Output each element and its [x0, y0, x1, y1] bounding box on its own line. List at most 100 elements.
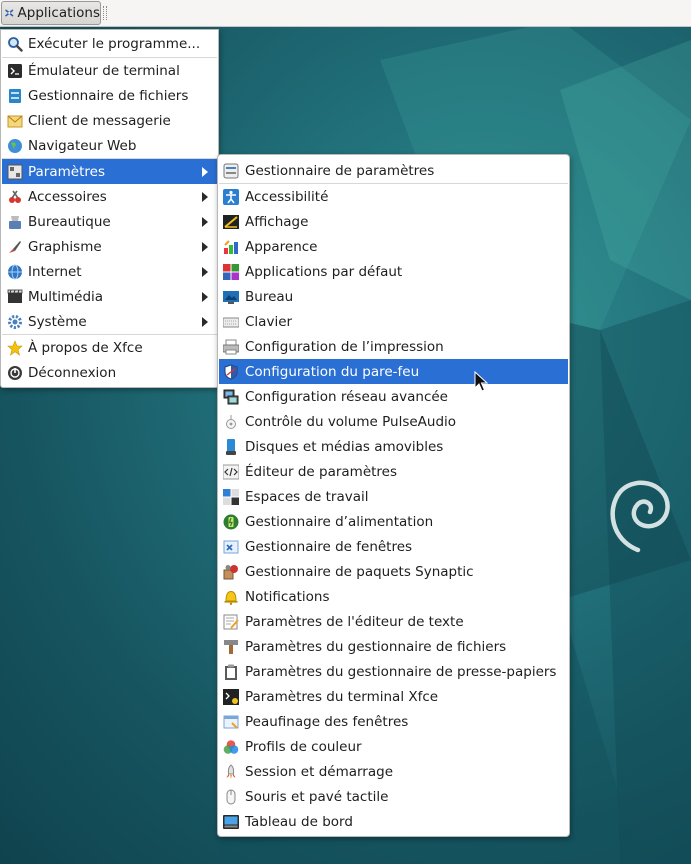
submenu-item-removable-media[interactable]: Disques et médias amovibles — [219, 434, 568, 459]
mail-icon — [7, 113, 23, 129]
panel-icon — [223, 814, 239, 830]
submenu-item-settings-manager[interactable]: Gestionnaire de paramètres — [219, 158, 568, 183]
menu-item-accessories[interactable]: Accessoires — [2, 184, 217, 209]
submenu-item-appearance[interactable]: Apparence — [219, 234, 568, 259]
graphics-icon — [7, 239, 23, 255]
submenu-item-label: Clavier — [245, 313, 293, 330]
settings-icon — [7, 164, 23, 180]
mouse-cursor-icon — [474, 371, 488, 392]
submenu-arrow-icon — [202, 292, 208, 302]
submenu-item-window-tweaks[interactable]: Peaufinage des fenêtres — [219, 709, 568, 734]
menu-item-run-program[interactable]: Exécuter le programme... — [2, 31, 217, 56]
menu-item-internet[interactable]: Internet — [2, 259, 217, 284]
submenu-item-pulseaudio[interactable]: Contrôle du volume PulseAudio — [219, 409, 568, 434]
submenu-item-panel[interactable]: Tableau de bord — [219, 809, 568, 834]
submenu-item-session-startup[interactable]: Session et démarrage — [219, 759, 568, 784]
menu-item-label: Exécuter le programme... — [28, 35, 201, 52]
workspaces-icon — [223, 488, 239, 505]
submenu-item-label: Profils de couleur — [245, 738, 362, 755]
submenu-item-printing[interactable]: Configuration de l’impression — [219, 334, 568, 359]
submenu-item-label: Gestionnaire de paquets Synaptic — [245, 563, 474, 580]
multimedia-icon — [7, 289, 23, 305]
menu-item-mail-client[interactable]: Client de messagerie — [2, 108, 217, 133]
menu-item-label: Multimédia — [28, 288, 104, 305]
submenu-item-file-manager-settings[interactable]: Paramètres du gestionnaire de fichiers — [219, 634, 568, 659]
submenu-item-label: Configuration de l’impression — [245, 338, 444, 355]
volume-control-icon — [223, 414, 239, 430]
file-manager-settings-icon — [223, 639, 239, 655]
submenu-item-terminal-settings[interactable]: Paramètres du terminal Xfce — [219, 684, 568, 709]
accessibility-icon — [223, 188, 239, 205]
applications-menu: Exécuter le programme... Émulateur de te… — [0, 29, 219, 388]
desktop-icon — [223, 289, 239, 305]
menu-item-web-browser[interactable]: Navigateur Web — [2, 133, 217, 158]
color-profiles-icon — [223, 739, 239, 755]
submenu-item-power-manager[interactable]: Gestionnaire d’alimentation — [219, 509, 568, 534]
submenu-item-color-profiles[interactable]: Profils de couleur — [219, 734, 568, 759]
submenu-item-label: Affichage — [245, 213, 309, 230]
submenu-item-keyboard[interactable]: Clavier — [219, 309, 568, 334]
submenu-item-label: Paramètres du terminal Xfce — [245, 688, 439, 705]
submenu-item-label: Contrôle du volume PulseAudio — [245, 413, 457, 430]
submenu-item-network[interactable]: Configuration réseau avancée — [219, 384, 568, 409]
menu-item-label: À propos de Xfce — [28, 339, 143, 356]
submenu-item-label: Paramètres du gestionnaire de fichiers — [245, 638, 507, 655]
submenu-item-label: Bureau — [245, 288, 294, 305]
submenu-item-label: Tableau de bord — [245, 813, 353, 830]
menu-item-label: Internet — [28, 263, 82, 280]
submenu-arrow-icon — [202, 217, 208, 227]
submenu-item-settings-editor[interactable]: Éditeur de paramètres — [219, 459, 568, 484]
menu-item-terminal[interactable]: Émulateur de terminal — [2, 58, 217, 83]
menu-item-about-xfce[interactable]: À propos de Xfce — [2, 335, 217, 360]
submenu-item-workspaces[interactable]: Espaces de travail — [219, 484, 568, 509]
menu-item-graphics[interactable]: Graphisme — [2, 234, 217, 259]
submenu-item-clipboard-settings[interactable]: Paramètres du gestionnaire de presse-pap… — [219, 659, 568, 684]
notification-bell-icon — [223, 589, 239, 605]
submenu-arrow-icon — [202, 242, 208, 252]
submenu-item-window-manager[interactable]: Gestionnaire de fenêtres — [219, 534, 568, 559]
submenu-item-firewall[interactable]: Configuration du pare-feu — [219, 359, 568, 384]
terminal-settings-icon — [223, 688, 239, 705]
mouse-icon — [223, 789, 239, 805]
text-editor-icon — [223, 614, 239, 630]
submenu-item-mouse-touchpad[interactable]: Souris et pavé tactile — [219, 784, 568, 809]
package-manager-icon — [223, 564, 239, 580]
submenu-arrow-icon — [202, 192, 208, 202]
menu-item-label: Navigateur Web — [28, 137, 137, 154]
submenu-item-desktop[interactable]: Bureau — [219, 284, 568, 309]
submenu-item-label: Espaces de travail — [245, 488, 369, 505]
menu-item-settings[interactable]: Paramètres — [2, 159, 217, 184]
applications-menu-button[interactable]: Applications — [1, 1, 101, 25]
display-icon — [223, 214, 239, 230]
submenu-item-label: Session et démarrage — [245, 763, 393, 780]
terminal-icon — [7, 63, 23, 79]
xfce-logo-icon — [5, 9, 14, 17]
submenu-item-synaptic[interactable]: Gestionnaire de paquets Synaptic — [219, 559, 568, 584]
submenu-item-text-editor-settings[interactable]: Paramètres de l'éditeur de texte — [219, 609, 568, 634]
submenu-item-label: Gestionnaire de fenêtres — [245, 538, 413, 555]
submenu-arrow-icon — [202, 267, 208, 277]
submenu-item-label: Éditeur de paramètres — [245, 463, 398, 480]
menu-item-label: Gestionnaire de fichiers — [28, 87, 189, 104]
menu-item-label: Système — [28, 313, 87, 330]
menu-item-system[interactable]: Système — [2, 309, 217, 334]
submenu-item-accessibility[interactable]: Accessibilité — [219, 184, 568, 209]
menu-item-multimedia[interactable]: Multimédia — [2, 284, 217, 309]
submenu-item-notifications[interactable]: Notifications — [219, 584, 568, 609]
window-manager-icon — [223, 539, 239, 555]
appearance-icon — [223, 239, 239, 255]
submenu-item-display[interactable]: Affichage — [219, 209, 568, 234]
panel-separator-handle[interactable] — [103, 6, 107, 20]
submenu-item-label: Paramètres de l'éditeur de texte — [245, 613, 464, 630]
printer-icon — [223, 339, 239, 355]
settings-manager-icon — [223, 163, 239, 179]
submenu-item-label: Configuration réseau avancée — [245, 388, 448, 405]
submenu-item-label: Paramètres du gestionnaire de presse-pap… — [245, 663, 557, 680]
menu-item-file-manager[interactable]: Gestionnaire de fichiers — [2, 83, 217, 108]
menu-item-office[interactable]: Bureautique — [2, 209, 217, 234]
submenu-item-default-applications[interactable]: Applications par défaut — [219, 259, 568, 284]
internet-icon — [7, 264, 23, 280]
menu-item-label: Paramètres — [28, 163, 105, 180]
menu-item-logout[interactable]: Déconnexion — [2, 360, 217, 385]
submenu-item-label: Applications par défaut — [245, 263, 403, 280]
